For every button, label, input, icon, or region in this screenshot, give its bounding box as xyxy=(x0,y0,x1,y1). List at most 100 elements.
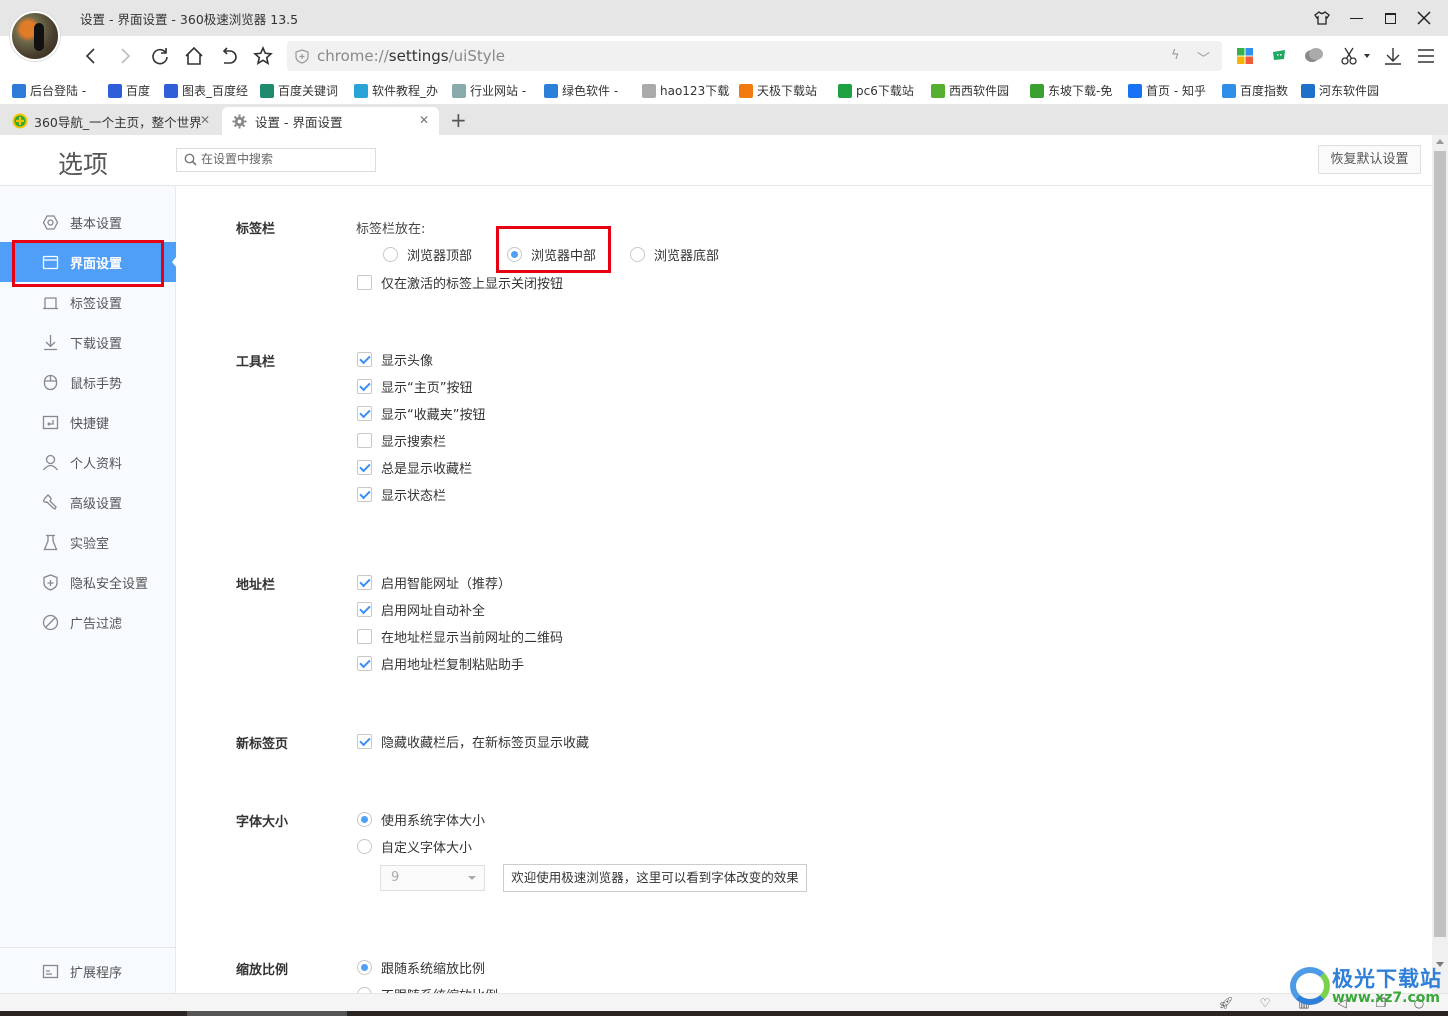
radio-zoom[interactable]: 不跟随系统缩放比例 xyxy=(357,985,498,993)
sidebar-item[interactable]: 个人资料 xyxy=(0,442,176,482)
tab-close-button[interactable]: ✕ xyxy=(200,113,210,127)
bookmark-item[interactable]: 绿色软件 - xyxy=(544,82,618,99)
reload-button[interactable] xyxy=(147,43,173,69)
sidebar-item[interactable]: 快捷键 xyxy=(0,402,176,442)
back-button[interactable] xyxy=(78,43,104,69)
new-tab-button[interactable]: + xyxy=(450,108,467,132)
url-text[interactable]: chrome://settings/uiStyle xyxy=(317,47,505,65)
bookmark-item[interactable]: 后台登陆 - xyxy=(12,82,86,99)
heart-pulse-icon[interactable]: ♡ xyxy=(1257,996,1273,1010)
sidebar-item[interactable]: 广告过滤 xyxy=(0,602,176,642)
radio-tabbar-position[interactable]: 浏览器底部 xyxy=(630,245,719,264)
bookmark-item[interactable]: 首页 - 知乎 xyxy=(1128,82,1206,99)
main-menu-button[interactable] xyxy=(1415,45,1437,67)
restore-defaults-button[interactable]: 恢复默认设置 xyxy=(1318,145,1421,174)
scroll-down-arrow-icon[interactable] xyxy=(1436,962,1444,967)
option-addressbar[interactable]: 在地址栏显示当前网址的二维码 xyxy=(357,627,563,646)
checkbox[interactable] xyxy=(357,487,372,502)
bookmark-item[interactable]: 天极下载站 xyxy=(739,82,817,99)
option-addressbar[interactable]: 启用地址栏复制粘贴助手 xyxy=(357,654,524,673)
option-newtab[interactable]: 隐藏收藏栏后，在新标签页显示收藏 xyxy=(357,732,589,751)
screenshot-dropdown[interactable] xyxy=(1360,45,1374,67)
bookmark-item[interactable]: 软件教程_办 xyxy=(354,82,438,99)
checkbox[interactable] xyxy=(357,352,372,367)
checkbox[interactable] xyxy=(357,629,372,644)
radio-fontsize[interactable]: 使用系统字体大小 xyxy=(357,810,485,829)
tab-settings[interactable]: 设置 - 界面设置 ✕ xyxy=(222,107,439,135)
radio-button[interactable] xyxy=(357,812,372,827)
checkbox[interactable] xyxy=(357,433,372,448)
forward-button[interactable] xyxy=(112,43,138,69)
bookmark-item[interactable]: 西西软件园 xyxy=(931,82,1009,99)
option-toolbar[interactable]: 显示“主页”按钮 xyxy=(357,377,472,396)
close-window-button[interactable] xyxy=(1412,6,1436,30)
option-toolbar[interactable]: 显示状态栏 xyxy=(357,485,446,504)
bookmark-item[interactable]: 东坡下载-免 xyxy=(1030,82,1112,99)
option-close-on-active[interactable]: 仅在激活的标签上显示关闭按钮 xyxy=(357,273,563,292)
bookmark-item[interactable]: 图表_百度经 xyxy=(164,82,248,99)
sidebar-item[interactable]: 隐私安全设置 xyxy=(0,562,176,602)
radio-button[interactable] xyxy=(357,839,372,854)
minimize-button[interactable] xyxy=(1344,6,1368,30)
sidebar-item[interactable]: 鼠标手势 xyxy=(0,362,176,402)
sidebar-item[interactable]: 基本设置 xyxy=(0,202,176,242)
checkbox[interactable] xyxy=(357,275,372,290)
chevron-down-icon[interactable]: ﹀ xyxy=(1197,48,1210,67)
radio-tabbar-position[interactable]: 浏览器中部 xyxy=(507,245,596,264)
skin-button[interactable] xyxy=(1310,6,1334,30)
settings-search[interactable] xyxy=(176,148,376,172)
checkbox[interactable] xyxy=(357,379,372,394)
option-addressbar[interactable]: 启用智能网址（推荐） xyxy=(357,573,511,592)
bookmark-item[interactable]: hao123下载 xyxy=(642,82,729,99)
sidebar-item[interactable]: 标签设置 xyxy=(0,282,176,322)
trash-icon[interactable]: ▥ xyxy=(1296,996,1312,1010)
rocket-icon[interactable]: 🚀︎ xyxy=(1218,996,1234,1010)
option-toolbar[interactable]: 显示搜索栏 xyxy=(357,431,446,450)
home-button[interactable] xyxy=(181,43,207,69)
sidebar-item[interactable]: 高级设置 xyxy=(0,482,176,522)
checkbox[interactable] xyxy=(357,602,372,617)
undo-close-button[interactable] xyxy=(216,43,242,69)
radio-zoom[interactable]: 跟随系统缩放比例 xyxy=(357,958,485,977)
bookmark-item[interactable]: pc6下载站 xyxy=(838,82,914,99)
scrollbar-thumb[interactable] xyxy=(1434,151,1446,937)
bookmark-star-button[interactable] xyxy=(250,43,276,69)
radio-button[interactable] xyxy=(507,247,522,262)
downloads-button[interactable] xyxy=(1382,45,1404,67)
apps-button[interactable] xyxy=(1234,45,1256,67)
search-input[interactable] xyxy=(201,152,371,166)
bookmark-item[interactable]: 行业网站 - xyxy=(452,82,526,99)
user-avatar[interactable] xyxy=(10,11,60,61)
window-icon[interactable]: ❐ xyxy=(1373,996,1389,1010)
radio-button[interactable] xyxy=(357,960,372,975)
sidebar-item[interactable]: 下载设置 xyxy=(0,322,176,362)
extension-bubble-button[interactable] xyxy=(1303,45,1325,67)
scroll-up-arrow-icon[interactable] xyxy=(1436,139,1444,144)
tab-360-nav[interactable]: 360导航_一个主页，整个世界 ✕ xyxy=(2,107,220,135)
bookmark-item[interactable]: 百度 xyxy=(108,82,150,99)
option-addressbar[interactable]: 启用网址自动补全 xyxy=(357,600,485,619)
option-toolbar[interactable]: 总是显示收藏栏 xyxy=(357,458,472,477)
bookmark-item[interactable]: 百度指数 xyxy=(1222,82,1288,99)
checkbox[interactable] xyxy=(357,460,372,475)
vertical-scrollbar[interactable] xyxy=(1432,135,1448,993)
checkbox[interactable] xyxy=(357,575,372,590)
address-bar[interactable]: chrome://settings/uiStyle ϟ ﹀ xyxy=(287,41,1222,71)
sidebar-item-extensions[interactable]: 扩展程序 xyxy=(0,951,176,991)
maximize-button[interactable] xyxy=(1378,6,1402,30)
option-toolbar[interactable]: 显示“收藏夹”按钮 xyxy=(357,404,485,423)
bookmark-item[interactable]: 百度关键词 xyxy=(260,82,338,99)
lightning-icon[interactable]: ϟ xyxy=(1171,48,1180,63)
radio-tabbar-position[interactable]: 浏览器顶部 xyxy=(383,245,472,264)
extension-green-button[interactable] xyxy=(1268,45,1290,67)
sidebar-item[interactable]: 实验室 xyxy=(0,522,176,562)
radio-button[interactable] xyxy=(383,247,398,262)
bookmark-item[interactable]: 河东软件园 xyxy=(1301,82,1379,99)
speaker-icon[interactable]: ◁ xyxy=(1334,996,1350,1010)
font-size-select[interactable]: 9 xyxy=(380,865,485,891)
tab-close-button[interactable]: ✕ xyxy=(419,113,429,127)
zoom-icon[interactable]: ○ xyxy=(1411,996,1427,1010)
screenshot-button[interactable] xyxy=(1338,45,1360,67)
sidebar-item[interactable]: 界面设置 xyxy=(0,242,177,282)
checkbox[interactable] xyxy=(357,734,372,749)
